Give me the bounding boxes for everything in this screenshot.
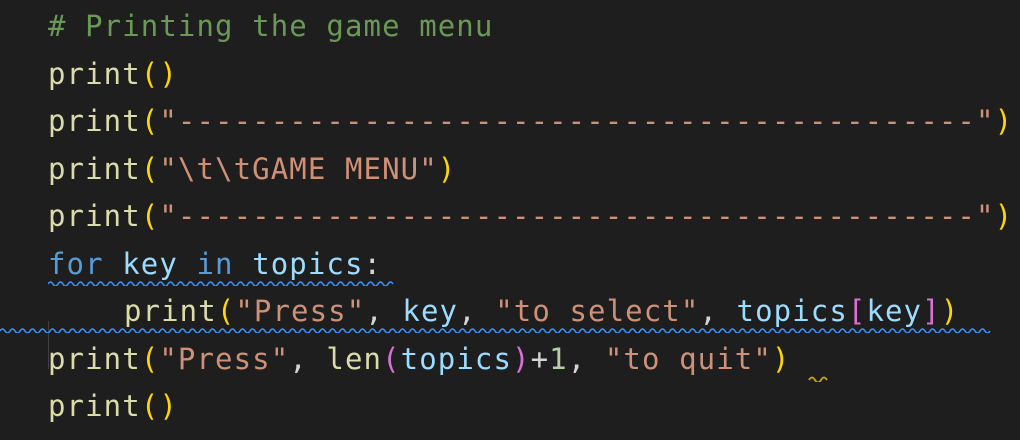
code-token: (	[140, 151, 160, 186]
code-token: "---------------------------------------…	[159, 104, 995, 138]
code-token: # Printing the game menu	[48, 9, 494, 43]
code-line[interactable]: print()	[48, 51, 1013, 99]
code-token: ()	[140, 389, 178, 423]
code-token: print	[48, 151, 141, 186]
code-token: )	[771, 341, 791, 376]
code-token: (	[140, 104, 160, 138]
code-token: "\t\tGAME MENU"	[159, 151, 438, 186]
code-token: )	[437, 151, 457, 186]
code-token: (	[140, 341, 160, 376]
code-line[interactable]: print()	[48, 383, 1013, 431]
code-token: )	[994, 104, 1014, 138]
code-token: ]	[922, 294, 941, 328]
code-token: ()	[140, 56, 178, 91]
code-token: print	[48, 199, 141, 233]
code-token: )	[940, 294, 960, 328]
code-token: print	[48, 56, 141, 91]
code-token: ,	[458, 294, 496, 328]
code-token: "---------------------------------------…	[159, 199, 995, 233]
code-token: for	[48, 246, 104, 281]
code-token: key	[866, 294, 923, 328]
code-token: in	[196, 246, 234, 281]
code-token: )	[512, 341, 531, 376]
code-token: print	[48, 104, 141, 138]
warning-squiggle-line-8	[808, 376, 828, 382]
code-line[interactable]: print("Press", len(topics)+1, "to quit")	[48, 336, 1013, 384]
code-token: ,	[365, 294, 403, 328]
code-token: key	[402, 294, 459, 328]
code-token: print	[48, 341, 141, 376]
code-line[interactable]: # Printing the game menu	[48, 3, 1013, 51]
code-token: print	[124, 294, 217, 328]
code-token: "Press"	[159, 341, 290, 376]
code-token: )	[994, 199, 1014, 233]
code-token: len	[326, 341, 383, 376]
code-token: (	[382, 341, 401, 376]
code-line[interactable]: print("---------------------------------…	[48, 193, 1013, 241]
info-squiggle-line-7	[0, 328, 991, 333]
code-token: [	[847, 294, 867, 328]
code-lines[interactable]: # Printing the game menu print() print("--…	[48, 3, 1013, 431]
code-token: +	[530, 341, 550, 376]
code-token: "Press"	[235, 294, 366, 328]
code-token: ,	[699, 294, 737, 328]
code-token: topics	[400, 341, 513, 376]
code-token: "to quit"	[604, 341, 772, 376]
code-token: "to select"	[495, 294, 700, 328]
code-token: topics	[252, 246, 364, 281]
code-token: key	[122, 246, 178, 281]
code-editor[interactable]: # Printing the game menu print() print("--…	[0, 0, 1020, 440]
code-token: topics	[736, 294, 848, 328]
code-token: 1	[549, 341, 568, 376]
code-line[interactable]: print("---------------------------------…	[48, 98, 1013, 146]
code-line[interactable]: print("\t\tGAME MENU")	[48, 146, 1013, 194]
info-squiggle-line-6	[48, 281, 394, 286]
code-token: (	[216, 294, 236, 328]
code-token: print	[48, 389, 141, 423]
code-token: ,	[567, 341, 605, 376]
code-token: :	[363, 246, 383, 281]
code-token: (	[140, 199, 160, 233]
code-token: ,	[289, 341, 327, 376]
